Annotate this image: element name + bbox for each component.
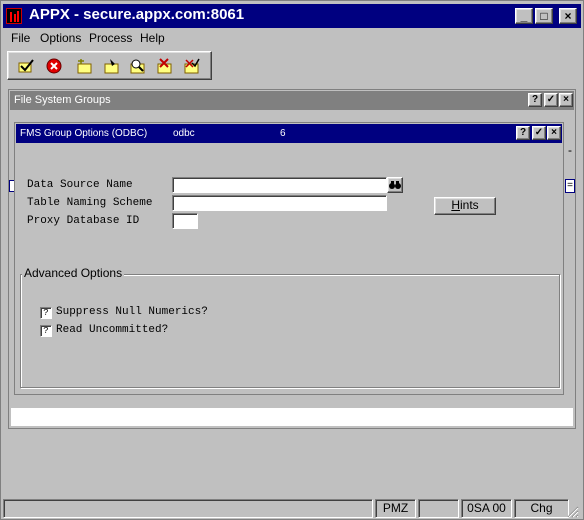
inquire-record-icon <box>130 59 145 74</box>
menu-options[interactable]: Options <box>40 31 81 45</box>
toolbar-change-button[interactable] <box>101 56 123 76</box>
naming-scheme-label: Table Naming Scheme <box>27 197 153 209</box>
app-window: APPX - secure.appx.com:8061 _ □ × File O… <box>0 0 584 520</box>
hints-label: ints <box>459 198 479 212</box>
fms-group-options-window: FMS Group Options (ODBC) odbc 6 ? ✓ × Da… <box>14 122 564 395</box>
read-uncommitted-label: Read Uncommitted? <box>56 324 169 336</box>
fms-title-bar[interactable]: FMS Group Options (ODBC) odbc 6 ? ✓ × <box>16 124 562 143</box>
data-source-input[interactable] <box>172 177 387 193</box>
data-source-lookup-button[interactable] <box>387 177 403 193</box>
minimize-button[interactable]: _ <box>515 8 533 24</box>
close-button[interactable]: × <box>559 8 577 24</box>
proxy-db-input[interactable] <box>172 213 198 229</box>
toolbar-inquire-button[interactable] <box>127 56 149 76</box>
add-record-icon <box>77 59 92 74</box>
maximize-button[interactable]: □ <box>535 8 553 24</box>
hints-button[interactable]: Hints <box>434 197 496 215</box>
menu-help[interactable]: Help <box>140 31 165 45</box>
toolbar-cancel-button[interactable] <box>43 56 65 76</box>
title-bar[interactable]: APPX - secure.appx.com:8061 _ □ × <box>3 4 581 28</box>
proxy-db-label: Proxy Database ID <box>27 215 140 227</box>
menu-bar: File Options Process Help <box>3 29 581 47</box>
menu-file[interactable]: File <box>11 31 30 45</box>
suppress-null-checkbox[interactable]: ? <box>40 307 52 319</box>
status-blank <box>418 499 459 518</box>
fms-engine-label: odbc <box>173 128 195 139</box>
toolbar-delete-button[interactable] <box>154 56 176 76</box>
fms-window-title: FMS Group Options (ODBC) <box>20 128 148 139</box>
naming-scheme-input[interactable] <box>172 195 387 211</box>
fms-help-button[interactable]: ? <box>516 126 530 140</box>
fms-group-number: 6 <box>280 128 286 139</box>
suppress-null-label: Suppress Null Numerics? <box>56 306 208 318</box>
fsg-side-mark: - <box>568 143 572 157</box>
advanced-options-legend: Advanced Options <box>22 266 125 280</box>
binoculars-icon <box>389 181 401 189</box>
appx-logo-icon <box>6 8 22 24</box>
hints-hotkey: H <box>451 198 460 212</box>
read-uncommitted-checkbox[interactable]: ? <box>40 325 52 337</box>
toolbar-ok-button[interactable] <box>15 56 37 76</box>
fsg-close-button[interactable]: × <box>559 93 573 107</box>
status-bar: PMZ 0SA 00 Chg <box>3 499 581 519</box>
review-record-icon <box>184 58 200 74</box>
data-source-label: Data Source Name <box>27 179 133 191</box>
status-mode: Chg <box>514 499 569 518</box>
fsg-content-area <box>11 408 573 426</box>
resize-grip-icon[interactable] <box>567 506 579 518</box>
status-app-id: 0SA 00 <box>461 499 512 518</box>
delete-record-icon <box>157 58 172 74</box>
fms-ok-button[interactable]: ✓ <box>532 126 546 140</box>
fsg-scroll-mark[interactable]: = <box>565 179 575 193</box>
toolbar <box>7 51 212 80</box>
fms-close-button[interactable]: × <box>547 126 561 140</box>
fsg-window-title: File System Groups <box>14 94 111 106</box>
status-pmz: PMZ <box>375 499 416 518</box>
toolbar-review-button[interactable] <box>181 56 203 76</box>
fsg-title-bar[interactable]: File System Groups ? ✓ × <box>10 91 574 110</box>
window-title: APPX - secure.appx.com:8061 <box>29 6 245 23</box>
status-message <box>3 499 373 518</box>
fsg-ok-button[interactable]: ✓ <box>544 93 558 107</box>
menu-process[interactable]: Process <box>89 31 132 45</box>
cancel-icon <box>46 58 62 74</box>
checkmark-icon <box>18 59 34 73</box>
change-record-icon <box>104 59 119 74</box>
fsg-help-button[interactable]: ? <box>528 93 542 107</box>
toolbar-add-button[interactable] <box>74 56 96 76</box>
